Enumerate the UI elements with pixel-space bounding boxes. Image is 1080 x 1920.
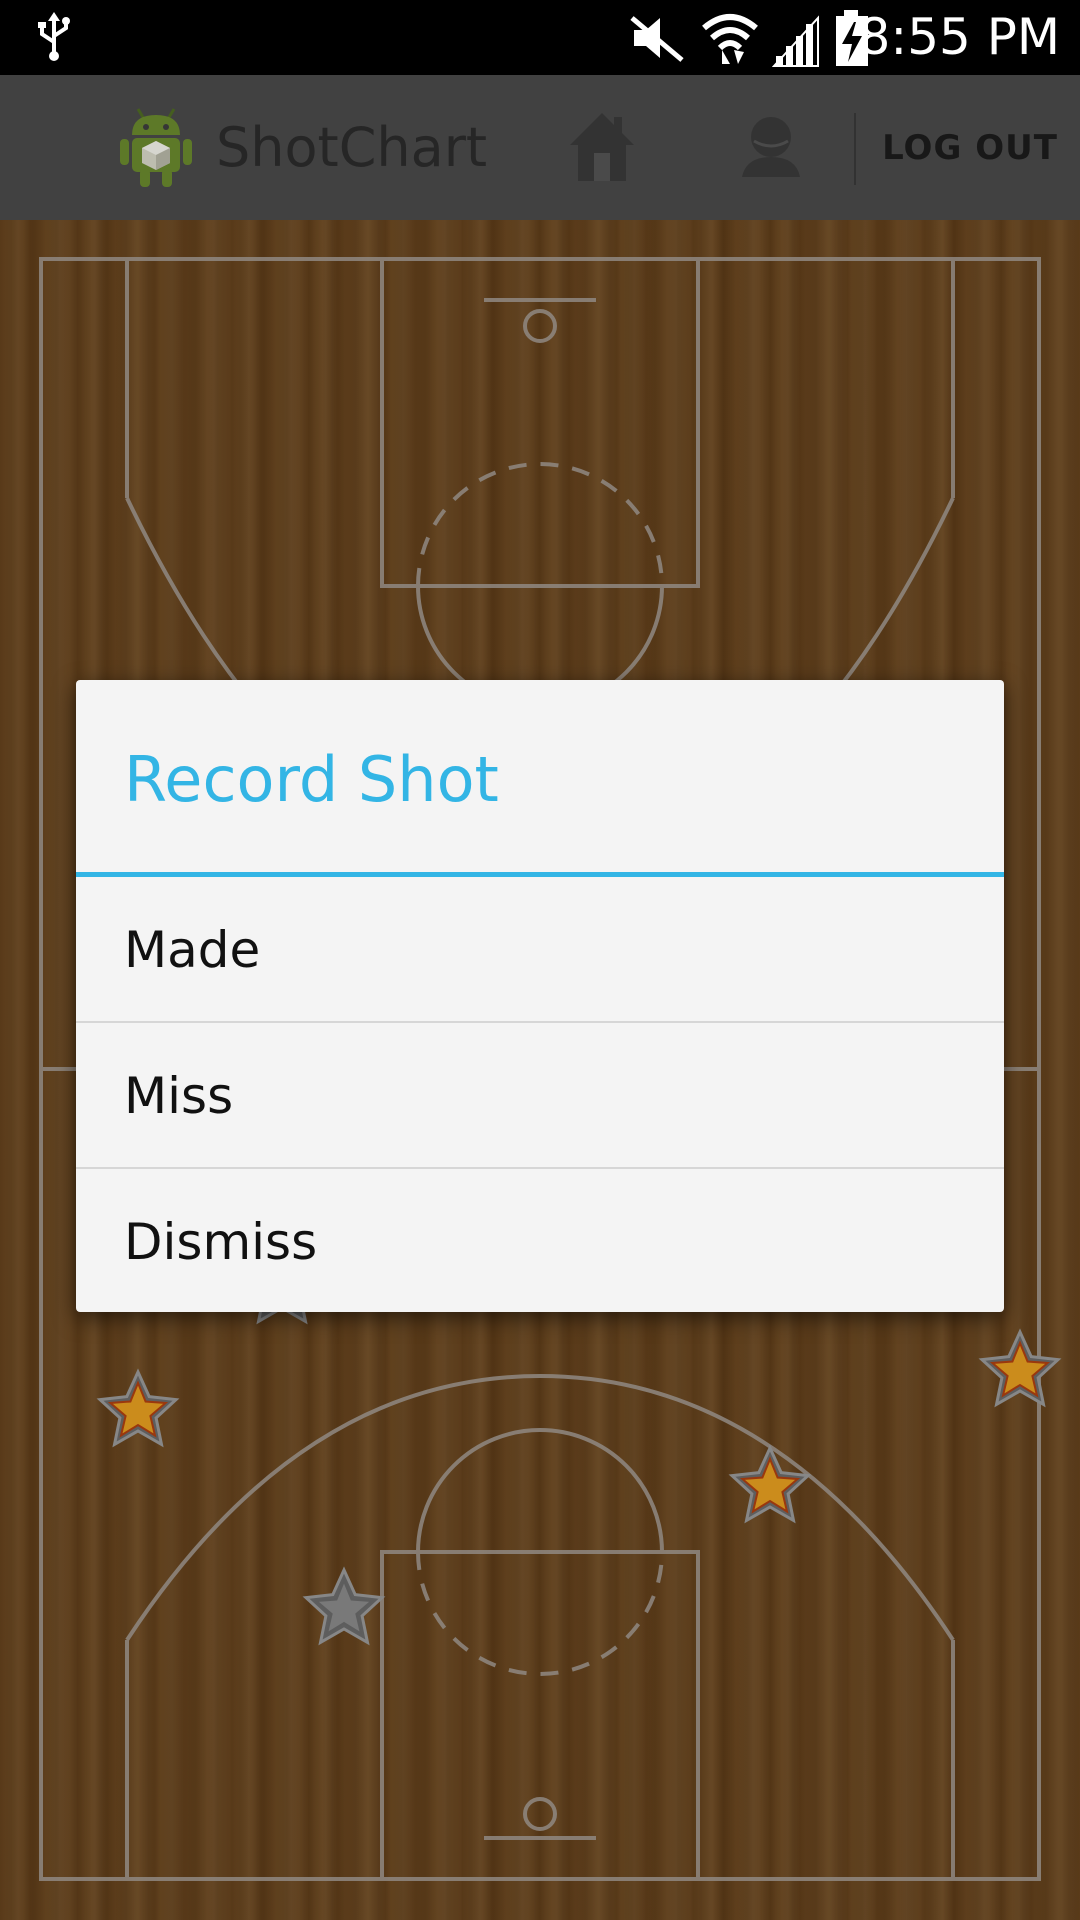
dialog-title: Record Shot [124, 743, 499, 816]
usb-icon [38, 12, 70, 61]
option-made-label: Made [124, 921, 261, 979]
option-dismiss[interactable]: Dismiss [76, 1169, 1004, 1313]
option-made[interactable]: Made [76, 877, 1004, 1021]
status-bar: 8:55 PM [0, 0, 1080, 75]
signal-icon [772, 15, 819, 67]
option-dismiss-label: Dismiss [124, 1213, 318, 1271]
status-time: 8:55 PM [858, 8, 1060, 66]
option-miss-label: Miss [124, 1067, 234, 1125]
option-miss[interactable]: Miss [76, 1023, 1004, 1167]
mute-icon [630, 16, 684, 62]
record-shot-dialog: Record Shot Made Miss Dismiss [76, 680, 1004, 1312]
wifi-icon [702, 14, 758, 64]
